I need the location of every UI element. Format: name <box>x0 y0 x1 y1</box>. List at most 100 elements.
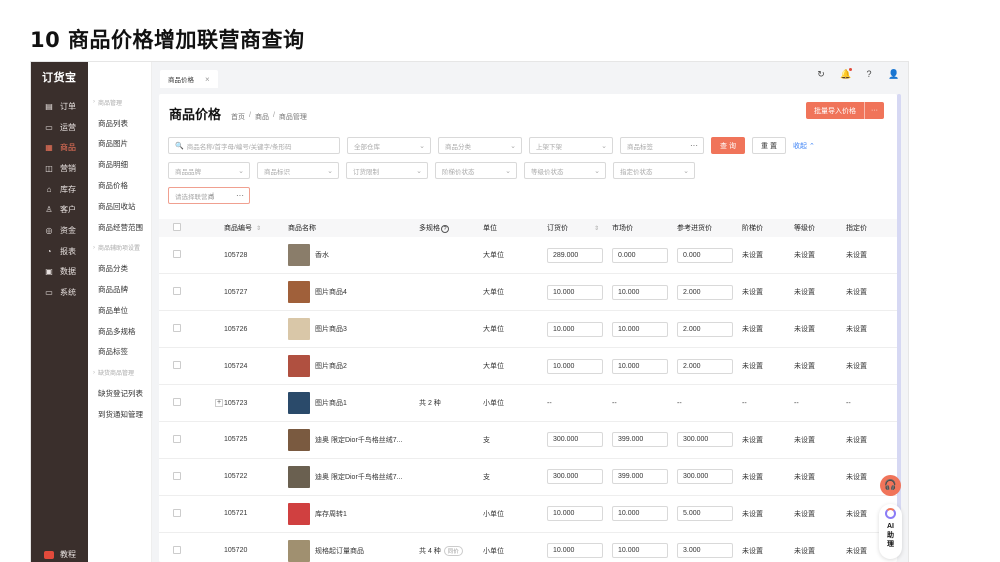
ref-price-input[interactable]: 2.000 <box>677 358 733 374</box>
market-price-input[interactable]: 10.000 <box>612 506 668 522</box>
product-name[interactable]: 迪奥 限定Dior千鸟格丝绒7... <box>315 474 403 481</box>
ref-price-input[interactable]: 300.000 <box>677 469 733 485</box>
sub-nav-item[interactable]: 到货通知管理 <box>88 404 151 425</box>
table-row[interactable]: 105726 图片商品3 大单位 10.000 10.000 2.000 未设置 未设置 未设置 <box>159 310 897 349</box>
market-price-input[interactable]: 10.000 <box>612 321 668 337</box>
sub-nav-item[interactable]: 商品标签 <box>88 342 151 363</box>
listing-status-select[interactable]: 上架下架 ⌄ <box>529 137 613 154</box>
nav-item[interactable]: ▤ 订单 <box>31 96 88 117</box>
row-checkbox[interactable] <box>173 471 181 480</box>
sort-icon[interactable]: ⇕ <box>594 226 599 232</box>
market-price-input[interactable]: 399.000 <box>612 432 668 448</box>
product-name[interactable]: 图片商品1 <box>315 400 347 407</box>
order-price-input[interactable]: 289.000 <box>547 247 603 263</box>
union-merchant-select[interactable]: 请选择联营商 ··· ☝ <box>168 187 250 204</box>
order-price-input[interactable]: 10.000 <box>547 321 603 337</box>
tab-product-price[interactable]: 商品价格 × <box>160 70 218 88</box>
ref-price-input[interactable]: 5.000 <box>677 506 733 522</box>
nav-item[interactable]: ▭ 运营 <box>31 117 88 138</box>
sub-nav-item[interactable]: 商品单位 <box>88 300 151 321</box>
product-name[interactable]: 图片商品3 <box>315 326 347 333</box>
ai-assistant-button[interactable]: AI 助 理 <box>879 504 902 559</box>
row-checkbox[interactable] <box>173 398 181 406</box>
order-price-input[interactable]: 10.000 <box>547 543 603 559</box>
order-price-input[interactable]: 300.000 <box>547 432 603 448</box>
row-checkbox[interactable] <box>173 361 181 370</box>
product-name[interactable]: 规格起订量商品 <box>315 548 364 555</box>
bell-icon[interactable]: 🔔 <box>840 68 852 80</box>
market-price-input[interactable]: 10.000 <box>612 358 668 374</box>
ref-price-input[interactable]: 300.000 <box>677 432 733 448</box>
sub-nav-item[interactable]: 商品分类 <box>88 258 151 279</box>
close-icon[interactable]: × <box>205 75 210 84</box>
reset-button[interactable]: 重 置 <box>752 137 786 154</box>
table-row[interactable]: 105727 图片商品4 大单位 10.000 10.000 2.000 未设置 未设置 未设置 <box>159 273 897 312</box>
product-name[interactable]: 迪奥 限定Dior千鸟格丝绒7... <box>315 437 403 444</box>
row-checkbox[interactable] <box>173 324 181 333</box>
warehouse-select[interactable]: 全部仓库 ⌄ <box>347 137 431 154</box>
sub-nav-item[interactable]: 商品经营范围 <box>88 217 151 238</box>
sub-nav-item[interactable]: 商品图片 <box>88 134 151 155</box>
product-name[interactable]: 图片商品2 <box>315 363 347 370</box>
nav-item[interactable]: ◎ 资金 <box>31 220 88 241</box>
refresh-icon[interactable]: ↻ <box>816 69 826 80</box>
select-all-checkbox[interactable] <box>173 223 181 231</box>
nav-item[interactable]: ◔ 报表 <box>31 241 88 262</box>
table-row[interactable]: 105720 规格起订量商品共 4 种同价 小单位 10.000 10.000 3.000… <box>159 532 897 562</box>
category-select[interactable]: 商品分类 ⌄ <box>438 137 522 154</box>
order-price-input[interactable]: 10.000 <box>547 358 603 374</box>
product-name[interactable]: 库存周转1 <box>315 511 347 518</box>
breadcrumb-product[interactable]: 商品 <box>255 112 269 122</box>
col-code[interactable]: 商品编号 ⇕ <box>224 219 288 237</box>
level-price-select[interactable]: 等级价状态 ⌄ <box>524 162 606 179</box>
nav-item[interactable]: ▣ 数据 <box>31 262 88 283</box>
ref-price-input[interactable]: 2.000 <box>677 321 733 337</box>
table-row[interactable]: 105725 迪奥 限定Dior千鸟格丝绒7... 支 300.000 399.000 3… <box>159 421 897 459</box>
sub-nav-item[interactable]: 商品价格 <box>88 175 151 196</box>
market-price-input[interactable]: 0.000 <box>612 247 668 263</box>
row-checkbox[interactable] <box>173 287 181 296</box>
order-price-input[interactable]: 10.000 <box>547 284 603 300</box>
ref-price-input[interactable]: 3.000 <box>677 543 733 559</box>
row-checkbox[interactable] <box>173 508 181 517</box>
table-row[interactable]: 105722 迪奥 限定Dior千鸟格丝绒7... 支 300.000 399.000 3… <box>159 458 897 496</box>
nav-item[interactable]: ▭ 系统 <box>31 282 88 303</box>
row-checkbox[interactable] <box>173 250 181 259</box>
nav-item[interactable]: ◫ 营销 <box>31 158 88 179</box>
search-input[interactable]: 🔍 商品名称/首字母/编号/关键字/条形码 <box>168 137 340 154</box>
order-price-input[interactable]: 300.000 <box>547 469 603 485</box>
more-icon[interactable]: ··· <box>865 107 884 114</box>
market-price-input[interactable]: 399.000 <box>612 469 668 485</box>
tutorial-link[interactable]: 教程 <box>44 549 76 560</box>
table-row[interactable]: +105723 图片商品1 共 2 种小单位 -- -- -- -- -- -- <box>159 384 897 422</box>
breadcrumb-home[interactable]: 首页 <box>231 112 245 122</box>
row-checkbox[interactable] <box>173 434 181 443</box>
ref-price-input[interactable]: 0.000 <box>677 247 733 263</box>
col-order-price[interactable]: 订货价 ⇕ <box>547 219 612 237</box>
query-button[interactable]: 查 询 <box>711 137 745 154</box>
tier-price-select[interactable]: 阶梯价状态 ⌄ <box>435 162 517 179</box>
sub-nav-item[interactable]: 商品列表 <box>88 113 151 134</box>
tag-select[interactable]: 商品标签 ··· <box>620 137 704 154</box>
brand-select[interactable]: 商品品牌 ⌄ <box>168 162 250 179</box>
expand-icon[interactable]: + <box>215 399 223 407</box>
sort-icon[interactable]: ⇕ <box>256 226 261 232</box>
table-row[interactable]: 105728 香水 大单位 289.000 0.000 0.000 未设置 未设置 未设置 <box>159 237 897 275</box>
headset-icon[interactable]: 🎧 <box>880 475 901 496</box>
product-name[interactable]: 图片商品4 <box>315 289 347 296</box>
table-row[interactable]: 105724 图片商品2 大单位 10.000 10.000 2.000 未设置 未设置 未设置 <box>159 347 897 386</box>
sub-nav-item[interactable]: 商品多规格 <box>88 321 151 342</box>
user-icon[interactable]: 👤 <box>888 69 899 80</box>
order-price-input[interactable]: 10.000 <box>547 506 603 522</box>
ref-price-input[interactable]: 2.000 <box>677 284 733 300</box>
batch-import-button[interactable]: 批量导入价格 ··· <box>806 102 884 119</box>
product-name[interactable]: 香水 <box>315 252 329 259</box>
help-icon[interactable]: ? <box>441 225 449 233</box>
sub-nav-item[interactable]: 商品明细 <box>88 154 151 175</box>
table-row[interactable]: 105721 库存周转1 小单位 10.000 10.000 5.000 未设置 未设置 未设置 <box>159 495 897 533</box>
sub-nav-item[interactable]: 商品品牌 <box>88 279 151 300</box>
market-price-input[interactable]: 10.000 <box>612 543 668 559</box>
row-checkbox[interactable] <box>173 545 181 554</box>
market-price-input[interactable]: 10.000 <box>612 284 668 300</box>
assigned-price-select[interactable]: 指定价状态 ⌄ <box>613 162 695 179</box>
